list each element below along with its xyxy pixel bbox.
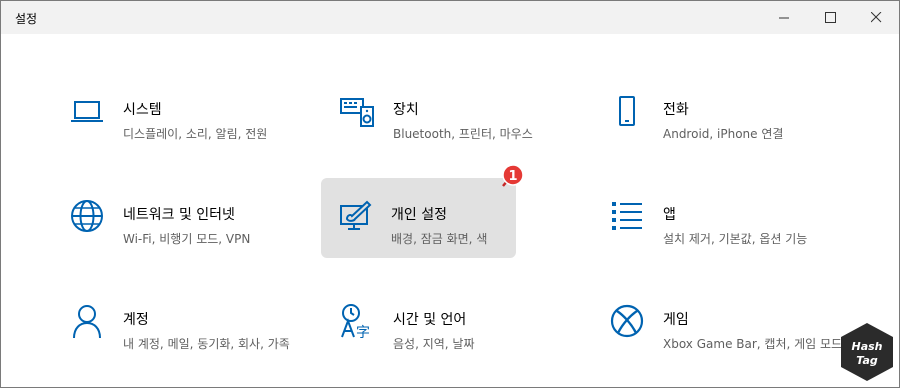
- hashtag-watermark-logo: Hash Tag: [841, 323, 893, 381]
- tile-devices[interactable]: 장치 Bluetooth, 프린터, 마우스: [323, 83, 533, 163]
- watermark-line-1: Hash: [851, 340, 882, 353]
- tile-devices-label: 장치: [393, 102, 419, 118]
- svg-text:字: 字: [356, 325, 370, 339]
- tile-apps[interactable]: 앱 설치 제거, 기본값, 옵션 기능: [593, 188, 807, 268]
- tile-personalization-description: 배경, 잠금 화면, 색: [391, 232, 488, 246]
- tile-apps-description: 설치 제거, 기본값, 옵션 기능: [663, 232, 808, 246]
- tile-system-description: 디스플레이, 소리, 알림, 전원: [123, 127, 268, 141]
- tile-time-language-label: 시간 및 언어: [393, 312, 467, 328]
- person-icon: [73, 305, 101, 339]
- tile-network-label: 네트워크 및 인터넷: [123, 207, 235, 223]
- tile-network-description: Wi-Fi, 비행기 모드, VPN: [123, 232, 251, 246]
- tile-gaming[interactable]: 게임 Xbox Game Bar, 캡처, 게임 모드: [593, 293, 842, 373]
- tile-system-label: 시스템: [123, 102, 162, 118]
- tile-network[interactable]: 네트워크 및 인터넷 Wi-Fi, 비행기 모드, VPN: [53, 188, 250, 268]
- tile-time-language-description: 음성, 지역, 날짜: [393, 337, 475, 351]
- tile-accounts-description: 내 계정, 메일, 동기화, 회사, 가족: [123, 337, 290, 351]
- tile-system[interactable]: 시스템 디스플레이, 소리, 알림, 전원: [53, 83, 267, 163]
- keyboard-speaker-icon: [340, 98, 374, 127]
- maximize-icon: [824, 12, 836, 23]
- watermark-line-2: Tag: [856, 354, 878, 367]
- tile-personalization[interactable]: 개인 설정 배경, 잠금 화면, 색: [321, 178, 516, 258]
- close-button[interactable]: [853, 1, 899, 34]
- tile-gaming-description: Xbox Game Bar, 캡처, 게임 모드: [663, 337, 843, 351]
- laptop-icon: [71, 101, 103, 122]
- annotation-badge: 1: [502, 164, 524, 187]
- globe-icon: [71, 200, 103, 232]
- tile-phone-description: Android, iPhone 연결: [663, 127, 784, 141]
- language-icon: 字: [341, 304, 370, 339]
- close-icon: [870, 12, 881, 23]
- tile-accounts[interactable]: 계정 내 계정, 메일, 동기화, 회사, 가족: [53, 293, 290, 373]
- maximize-button[interactable]: [807, 1, 853, 34]
- minimize-button[interactable]: [761, 1, 807, 34]
- phone-icon: [619, 96, 635, 126]
- annotation-badge-number: 1: [508, 169, 517, 184]
- tile-gaming-label: 게임: [663, 312, 689, 328]
- tile-time-language[interactable]: 字 시간 및 언어 음성, 지역, 날짜: [323, 293, 518, 373]
- tile-devices-description: Bluetooth, 프린터, 마우스: [393, 127, 533, 141]
- settings-window: 설정 시스템 디스플레이, 소리, 알림, 전원 장치 Bluetooth, 프: [0, 0, 900, 388]
- tile-phone-label: 전화: [663, 102, 689, 118]
- title-bar: 설정: [1, 1, 899, 34]
- xbox-icon: [610, 304, 644, 338]
- tile-personalization-label: 개인 설정: [391, 207, 447, 223]
- paint-brush-icon: [340, 200, 372, 230]
- tile-apps-label: 앱: [663, 207, 676, 223]
- minimize-icon: [778, 17, 789, 19]
- tile-accounts-label: 계정: [123, 312, 149, 328]
- window-title: 설정: [15, 12, 38, 26]
- apps-list-icon: [612, 202, 642, 230]
- tile-phone[interactable]: 전화 Android, iPhone 연결: [593, 83, 788, 163]
